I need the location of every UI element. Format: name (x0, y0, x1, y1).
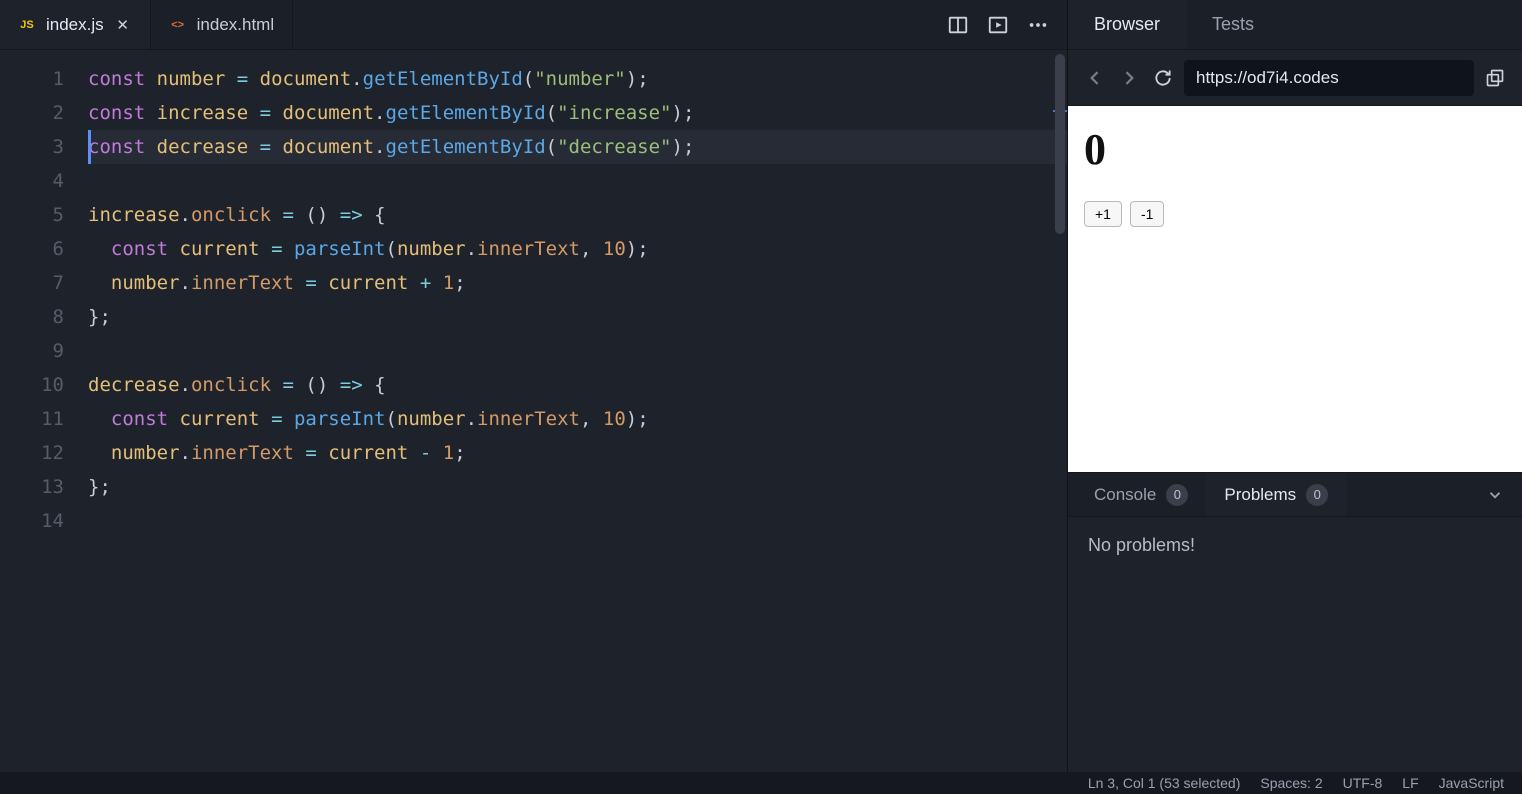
line-gutter: 1234567891011121314 (0, 50, 88, 772)
code-line[interactable]: number.innerText = current + 1; (88, 266, 1067, 300)
counter-value: 0 (1084, 124, 1510, 175)
vertical-scrollbar[interactable] (1053, 50, 1067, 772)
js-file-icon: JS (18, 16, 36, 34)
open-external-icon[interactable] (1482, 65, 1508, 91)
more-icon[interactable] (1027, 14, 1049, 36)
devtab-label: Problems (1224, 485, 1296, 505)
status-language[interactable]: JavaScript (1439, 775, 1504, 791)
code-line[interactable]: const increase = document.getElementById… (88, 96, 1067, 130)
right-tab-browser[interactable]: Browser (1068, 0, 1186, 49)
nav-forward-icon[interactable] (1116, 65, 1142, 91)
tab-index-html[interactable]: <> index.html (151, 0, 293, 49)
right-tab-tests[interactable]: Tests (1186, 0, 1280, 49)
code-line[interactable]: }; (88, 300, 1067, 334)
status-cursor[interactable]: Ln 3, Col 1 (53 selected) (1088, 775, 1241, 791)
code-line[interactable]: increase.onclick = () => { (88, 198, 1067, 232)
tab-label: index.html (197, 15, 274, 35)
status-eol[interactable]: LF (1402, 775, 1418, 791)
code-editor[interactable]: 1234567891011121314 const number = docum… (0, 50, 1067, 772)
status-bar: Ln 3, Col 1 (53 selected) Spaces: 2 UTF-… (0, 772, 1522, 794)
url-input[interactable] (1184, 60, 1474, 96)
console-count-badge: 0 (1166, 484, 1188, 506)
browser-addressbar (1068, 50, 1522, 106)
code-line[interactable]: const number = document.getElementById("… (88, 62, 1067, 96)
code-line[interactable]: const decrease = document.getElementById… (88, 130, 1067, 164)
code-body[interactable]: const number = document.getElementById("… (88, 50, 1067, 772)
split-editor-icon[interactable] (947, 14, 969, 36)
code-line[interactable] (88, 504, 1067, 538)
close-tab-icon[interactable]: ✕ (114, 16, 132, 34)
code-line[interactable] (88, 334, 1067, 368)
devtab-console[interactable]: Console 0 (1076, 473, 1206, 516)
code-line[interactable]: number.innerText = current - 1; (88, 436, 1067, 470)
editor-column: JS index.js ✕ <> index.html (0, 0, 1068, 772)
code-line[interactable] (88, 164, 1067, 198)
nav-back-icon[interactable] (1082, 65, 1108, 91)
devpanel-body: No problems! (1068, 517, 1522, 772)
code-line[interactable]: const current = parseInt(number.innerTex… (88, 402, 1067, 436)
right-tabbar: Browser Tests (1068, 0, 1522, 50)
status-indent[interactable]: Spaces: 2 (1260, 775, 1322, 791)
scrollbar-thumb[interactable] (1055, 54, 1065, 234)
right-panel: Browser Tests (1068, 0, 1522, 772)
code-line[interactable]: const current = parseInt(number.innerTex… (88, 232, 1067, 266)
increment-button[interactable]: +1 (1084, 201, 1122, 227)
dev-panel: Console 0 Problems 0 No p (1068, 472, 1522, 772)
editor-tabbar: JS index.js ✕ <> index.html (0, 0, 1067, 50)
devpanel-tabbar: Console 0 Problems 0 (1068, 473, 1522, 517)
collapse-panel-icon[interactable] (1484, 484, 1506, 506)
devtab-label: Console (1094, 485, 1156, 505)
code-line[interactable]: decrease.onclick = () => { (88, 368, 1067, 402)
status-encoding[interactable]: UTF-8 (1343, 775, 1383, 791)
reload-icon[interactable] (1150, 65, 1176, 91)
code-line[interactable]: }; (88, 470, 1067, 504)
decrement-button[interactable]: -1 (1130, 201, 1164, 227)
devtab-problems[interactable]: Problems 0 (1206, 473, 1346, 516)
tab-index-js[interactable]: JS index.js ✕ (0, 0, 151, 49)
problems-count-badge: 0 (1306, 484, 1328, 506)
tab-label: index.js (46, 15, 104, 35)
browser-pane: 0 +1 -1 Console 0 Problems 0 (1068, 50, 1522, 772)
html-file-icon: <> (169, 16, 187, 34)
editor-toolbar (929, 0, 1067, 49)
preview-icon[interactable] (987, 14, 1009, 36)
rendered-page[interactable]: 0 +1 -1 (1068, 106, 1522, 472)
